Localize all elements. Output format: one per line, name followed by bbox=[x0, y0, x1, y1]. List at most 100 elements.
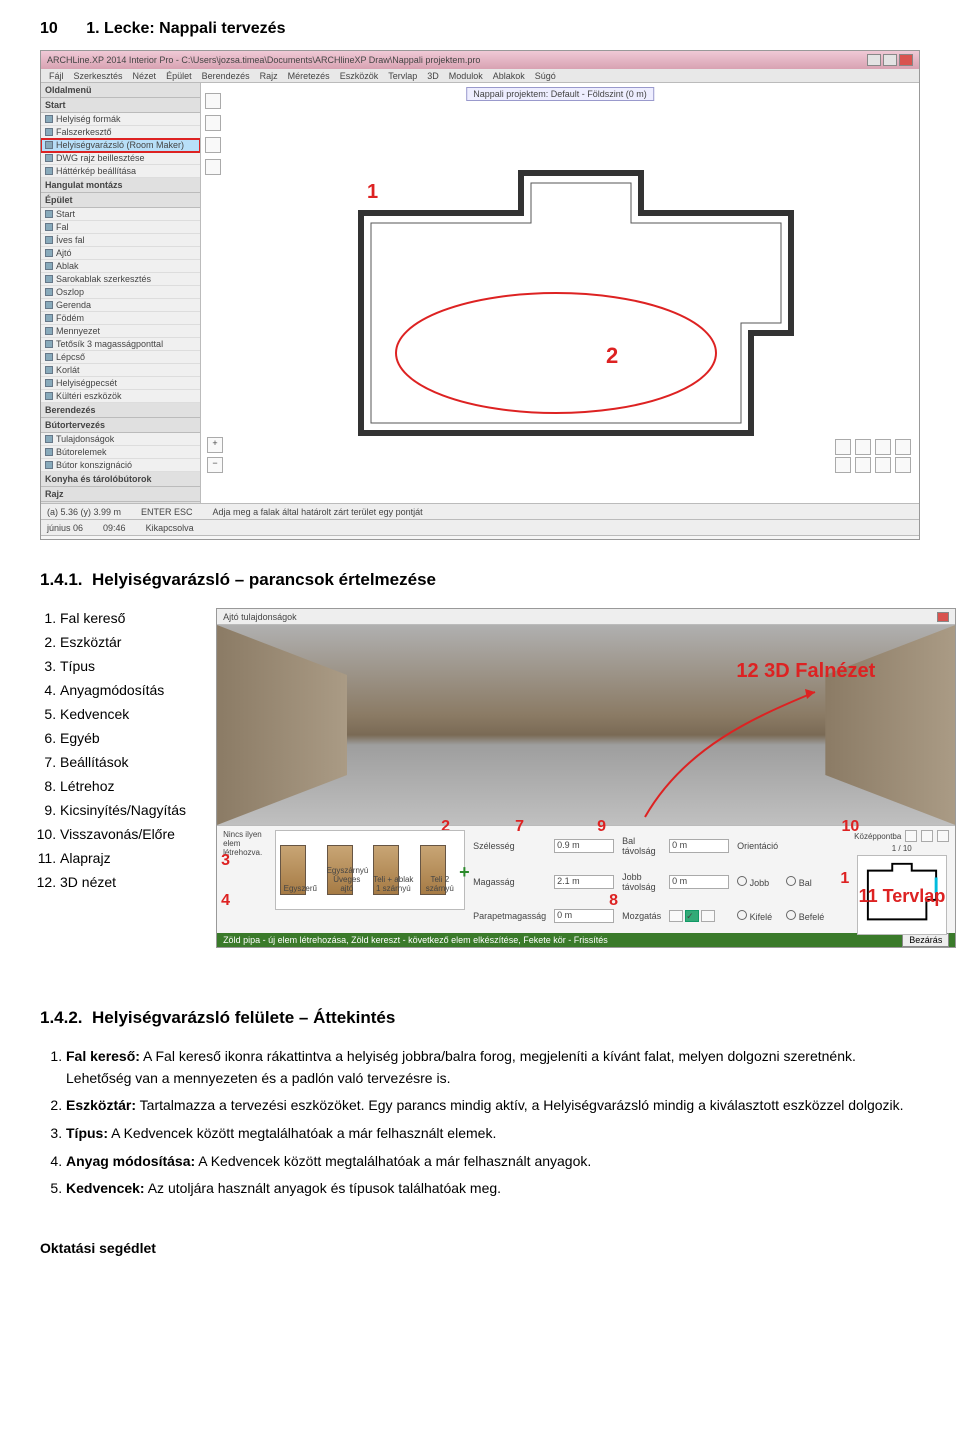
sidebar-item[interactable]: Háttérkép beállítása bbox=[41, 165, 200, 178]
width-input[interactable]: 0.9 m bbox=[554, 839, 614, 853]
cmd-item: Visszavonás/Előre bbox=[60, 824, 186, 845]
sidebar-item[interactable]: Tulajdonságok bbox=[41, 433, 200, 446]
menu-item[interactable]: Fájl bbox=[49, 71, 64, 81]
sidebar-item[interactable]: Korlát bbox=[41, 364, 200, 377]
sidebar: Oldalmenü Start Helyiség formák Falszerk… bbox=[41, 83, 201, 503]
menu-item[interactable]: Rajz bbox=[260, 71, 278, 81]
sidebar-item[interactable]: Kültéri eszközök bbox=[41, 390, 200, 403]
nav-icon[interactable] bbox=[835, 457, 851, 473]
tool-icon[interactable] bbox=[937, 830, 949, 842]
prop-label: Szélesség bbox=[473, 841, 546, 851]
arrow-icon[interactable] bbox=[205, 93, 221, 109]
menu-item[interactable]: Szerkesztés bbox=[74, 71, 123, 81]
minimize-button[interactable] bbox=[867, 54, 881, 66]
cmd-item: Alaprajz bbox=[60, 848, 186, 869]
group-epulet[interactable]: Épület bbox=[41, 193, 200, 208]
view-caption: Nappali projektem: Default - Földszint (… bbox=[466, 87, 654, 101]
prop-label: Parapetmagasság bbox=[473, 911, 546, 921]
sidebar-item[interactable]: Oszlop bbox=[41, 286, 200, 299]
section-heading-142: 1.4.2. Helyiségvarázsló felülete – Áttek… bbox=[40, 1008, 920, 1028]
menu-item[interactable]: Méretezés bbox=[288, 71, 330, 81]
sidebar-item[interactable]: Start bbox=[41, 208, 200, 221]
vertical-toolstrip bbox=[205, 93, 221, 175]
parapet-input[interactable]: 0 m bbox=[554, 909, 614, 923]
sidebar-item[interactable]: Lépcső bbox=[41, 351, 200, 364]
plus-icon[interactable]: + bbox=[207, 437, 223, 453]
radio-befele[interactable] bbox=[786, 910, 796, 920]
left-dist-input[interactable]: 0 m bbox=[669, 839, 729, 853]
pan-icon[interactable] bbox=[205, 137, 221, 153]
sidebar-item[interactable]: Bútor konszignáció bbox=[41, 459, 200, 472]
cmd-item: Egyéb bbox=[60, 728, 186, 749]
annotation-1: 1 bbox=[840, 870, 849, 888]
radio-jobb[interactable] bbox=[737, 876, 747, 886]
close-button[interactable] bbox=[899, 54, 913, 66]
sidebar-item[interactable]: Tetősík 3 magasságponttal bbox=[41, 338, 200, 351]
group-meretezes[interactable]: Méretezés bbox=[41, 502, 200, 503]
zoom-in-icon[interactable] bbox=[835, 439, 851, 455]
menu-item[interactable]: Modulok bbox=[449, 71, 483, 81]
rotate-icon[interactable] bbox=[205, 159, 221, 175]
maximize-button[interactable] bbox=[883, 54, 897, 66]
tool-icon[interactable] bbox=[921, 830, 933, 842]
sidebar-item[interactable]: Ajtó bbox=[41, 247, 200, 260]
zoom-out-icon[interactable] bbox=[855, 439, 871, 455]
floorplan-drawing bbox=[321, 153, 821, 475]
group-hangulat[interactable]: Hangulat montázs bbox=[41, 178, 200, 193]
sidebar-item[interactable]: Bútorelemek bbox=[41, 446, 200, 459]
menu-item[interactable]: Nézet bbox=[133, 71, 157, 81]
plus-icon[interactable]: + bbox=[459, 862, 470, 883]
overview-item: Típus: A Kedvencek között megtalálhatóak… bbox=[66, 1123, 920, 1145]
sidebar-item-room-maker[interactable]: Helyiségvarázsló (Room Maker) bbox=[41, 139, 200, 152]
height-input[interactable]: 2.1 m bbox=[554, 875, 614, 889]
sidebar-item[interactable]: Gerenda bbox=[41, 299, 200, 312]
command-list: Fal kereső Eszköztár Típus Anyagmódosítá… bbox=[40, 608, 186, 893]
group-berendezes[interactable]: Berendezés bbox=[41, 403, 200, 418]
sidebar-item[interactable]: Falszerkesztő bbox=[41, 126, 200, 139]
check-icon[interactable]: ✓ bbox=[685, 910, 699, 922]
sidebar-item[interactable]: Sarokablak szerkesztés bbox=[41, 273, 200, 286]
cmd-item: Kicsinyítés/Nagyítás bbox=[60, 800, 186, 821]
menu-item[interactable]: Súgó bbox=[535, 71, 556, 81]
view-3d-wall[interactable]: 12 3D Falnézet bbox=[217, 625, 955, 825]
menu-item[interactable]: Épület bbox=[166, 71, 192, 81]
nav-icon[interactable] bbox=[855, 457, 871, 473]
group-butor[interactable]: Bútortervezés bbox=[41, 418, 200, 433]
menu-item[interactable]: Tervlap bbox=[388, 71, 417, 81]
sidebar-item[interactable]: DWG rajz beillesztése bbox=[41, 152, 200, 165]
sidebar-item[interactable]: Fal bbox=[41, 221, 200, 234]
nav-icon[interactable] bbox=[875, 457, 891, 473]
sidebar-item[interactable]: Mennyezet bbox=[41, 325, 200, 338]
arrow-left-icon[interactable] bbox=[669, 910, 683, 922]
group-konyha[interactable]: Konyha és tárolóbútorok bbox=[41, 472, 200, 487]
menu-item[interactable]: Berendezés bbox=[202, 71, 250, 81]
sidebar-item[interactable]: Íves fal bbox=[41, 234, 200, 247]
tool-icon[interactable] bbox=[905, 830, 917, 842]
menu-item[interactable]: 3D bbox=[427, 71, 439, 81]
group-rajz[interactable]: Rajz bbox=[41, 487, 200, 502]
radio-bal[interactable] bbox=[786, 876, 796, 886]
radio-kifele[interactable] bbox=[737, 910, 747, 920]
menu-item[interactable]: Eszközök bbox=[340, 71, 379, 81]
overview-item: Fal kereső: A Fal kereső ikonra rákattin… bbox=[66, 1046, 920, 1089]
minus-icon[interactable]: − bbox=[207, 457, 223, 473]
close-icon[interactable] bbox=[937, 612, 949, 622]
right-dist-input[interactable]: 0 m bbox=[669, 875, 729, 889]
page-header: 10 1. Lecke: Nappali tervezés bbox=[40, 20, 920, 38]
zoom-window-icon[interactable] bbox=[895, 439, 911, 455]
sidebar-item[interactable]: Födém bbox=[41, 312, 200, 325]
annotation-4: 4 bbox=[221, 892, 230, 910]
cmd-item: Beállítások bbox=[60, 752, 186, 773]
sidebar-item[interactable]: Helyiség formák bbox=[41, 113, 200, 126]
panel-empty-msg: Nincs ilyen elem létrehozva. bbox=[223, 830, 267, 929]
group-start[interactable]: Start bbox=[41, 98, 200, 113]
arrow-right-icon[interactable] bbox=[701, 910, 715, 922]
menu-item[interactable]: Ablakok bbox=[493, 71, 525, 81]
annotation-2: 2 bbox=[606, 343, 618, 369]
zoom-extents-icon[interactable] bbox=[875, 439, 891, 455]
nav-icon[interactable] bbox=[895, 457, 911, 473]
sidebar-item[interactable]: Ablak bbox=[41, 260, 200, 273]
drawing-canvas[interactable]: Nappali projektem: Default - Földszint (… bbox=[201, 83, 919, 503]
magnify-icon[interactable] bbox=[205, 115, 221, 131]
sidebar-item[interactable]: Helyiségpecsét bbox=[41, 377, 200, 390]
